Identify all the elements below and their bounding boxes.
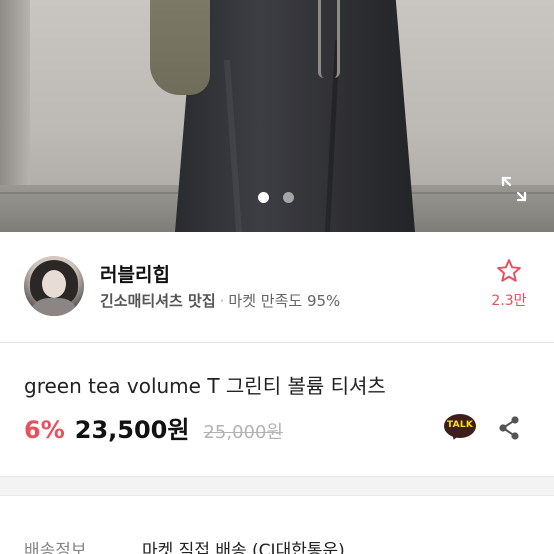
photo-pants — [175, 0, 415, 232]
sale-price: 23,500원 — [74, 416, 190, 444]
avatar-face — [42, 270, 66, 298]
section-divider — [0, 342, 554, 343]
original-price: 25,000원 — [203, 422, 283, 443]
meta-separator: · — [219, 292, 225, 310]
seller-avatar[interactable] — [24, 256, 84, 316]
product-image[interactable] — [0, 0, 554, 232]
favorite-count: 2.3만 — [491, 293, 527, 309]
seller-section[interactable]: 러블리힙 긴소매티셔츠 맛집 · 마켓 만족도 95% 2.3만 — [0, 232, 554, 342]
carousel-dot-2[interactable] — [283, 192, 294, 203]
price-row: 6% 23,500원 25,000원 — [24, 410, 283, 445]
seller-meta: 긴소매티셔츠 맛집 · 마켓 만족도 95% — [100, 290, 340, 311]
carousel-indicator — [258, 192, 294, 203]
photo-drawstring — [318, 0, 340, 78]
photo-sleeve — [150, 0, 210, 95]
share-icon[interactable] — [496, 414, 522, 442]
expand-icon[interactable] — [500, 175, 528, 203]
product-title: green tea volume T 그린티 볼륨 티셔츠 — [24, 374, 386, 398]
section-spacer — [0, 476, 554, 496]
kakao-label: TALK — [446, 420, 474, 430]
kakao-talk-icon[interactable]: TALK — [444, 414, 476, 442]
discount-rate: 6% — [24, 416, 65, 444]
favorite-button[interactable]: 2.3만 — [486, 258, 532, 310]
shipping-label: 배송정보 — [24, 541, 87, 554]
seller-description: 긴소매티셔츠 맛집 — [100, 292, 216, 310]
shipping-value: 마켓 직접 배송 (CJ대한통운) — [142, 541, 345, 554]
seller-satisfaction: 마켓 만족도 95% — [228, 292, 341, 310]
seller-name[interactable]: 러블리힙 — [100, 260, 170, 287]
carousel-dot-1[interactable] — [258, 192, 269, 203]
star-icon — [497, 259, 521, 282]
avatar-body — [32, 298, 76, 316]
